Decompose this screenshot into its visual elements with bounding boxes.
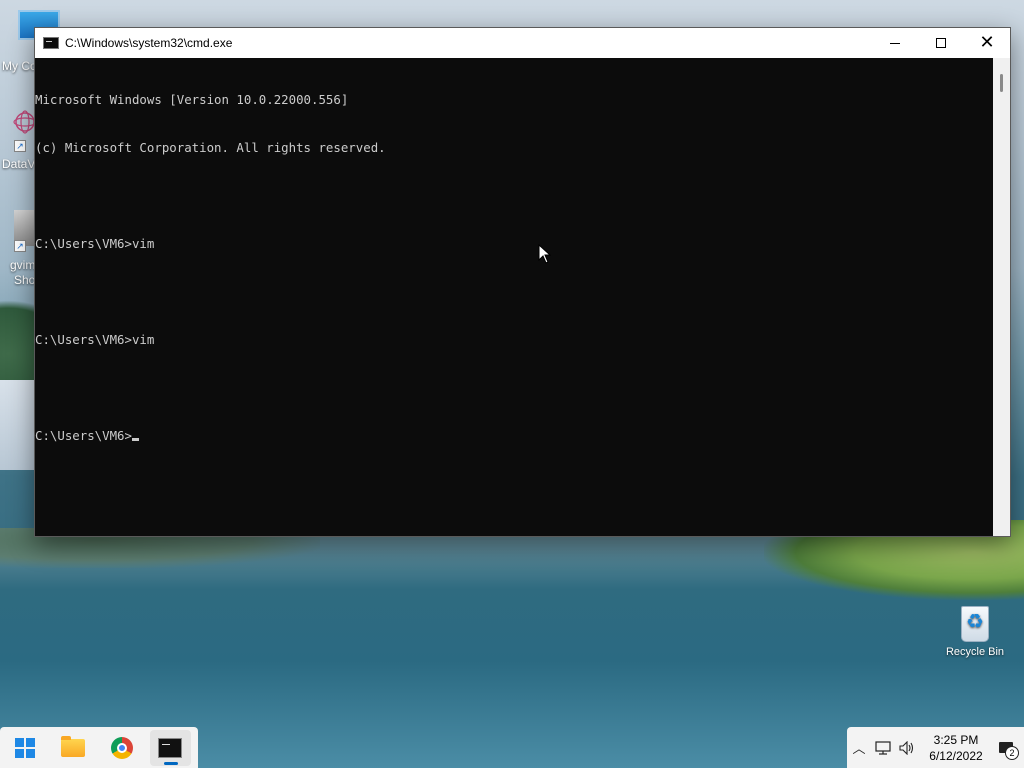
shortcut-arrow-icon: ↗	[14, 240, 26, 252]
console-line: C:\Users\VM6>vim	[35, 332, 155, 347]
console-prompt: C:\Users\VM6>	[35, 428, 132, 443]
desktop-icon-my-computer-label: My Co	[2, 59, 37, 73]
minimize-icon	[890, 42, 900, 44]
chrome-icon	[110, 736, 133, 759]
console-output[interactable]: Microsoft Windows [Version 10.0.22000.55…	[35, 58, 995, 536]
tray-overflow-button[interactable]: ︿	[847, 736, 871, 760]
volume-button[interactable]	[895, 736, 919, 760]
notification-count-badge: 2	[1005, 745, 1019, 760]
console-line: C:\Users\VM6>vim	[35, 236, 155, 251]
recycle-bin-icon: ♻	[957, 602, 993, 644]
maximize-icon	[936, 38, 946, 48]
chevron-up-icon: ︿	[852, 741, 866, 756]
maximize-button[interactable]	[918, 28, 964, 58]
windows-start-icon	[14, 737, 35, 758]
system-tray: ︿ 3:25 PM 6/12/2022 2	[847, 727, 1024, 768]
desktop-icon-gvim-label: gvim Sho	[10, 258, 35, 288]
close-button[interactable]: ✕	[964, 28, 1010, 58]
desktop-icon-gvim-label-line1: gvim	[10, 258, 36, 272]
desktop-icon-recycle-bin[interactable]: ♻ Recycle Bin	[940, 602, 1010, 658]
console-line: (c) Microsoft Corporation. All rights re…	[35, 140, 386, 155]
cmd-icon	[43, 37, 59, 49]
speaker-icon	[899, 740, 914, 755]
clock-time: 3:25 PM	[933, 732, 979, 747]
window-titlebar[interactable]: C:\Windows\system32\cmd.exe ✕	[35, 28, 1010, 58]
console-prompt-line[interactable]: C:\Users\VM6>	[35, 428, 995, 444]
folder-icon	[61, 735, 86, 757]
network-icon	[875, 740, 891, 755]
window-title: C:\Windows\system32\cmd.exe	[65, 36, 233, 50]
vertical-scrollbar[interactable]	[993, 58, 1010, 536]
minimize-button[interactable]	[872, 28, 918, 58]
clock-button[interactable]: 3:25 PM 6/12/2022	[919, 732, 993, 764]
console-line: Microsoft Windows [Version 10.0.22000.55…	[35, 92, 349, 107]
close-icon: ✕	[979, 32, 995, 53]
cmd-window[interactable]: C:\Windows\system32\cmd.exe ✕ Microsoft …	[34, 27, 1011, 537]
taskbar-command-prompt[interactable]	[149, 729, 191, 766]
start-button[interactable]	[4, 730, 46, 766]
desktop-icon-gvim[interactable]: ↗	[14, 210, 36, 252]
taskbar-chrome[interactable]	[101, 730, 143, 766]
window-controls: ✕	[872, 28, 1010, 58]
text-cursor	[131, 438, 139, 441]
taskbar-file-explorer[interactable]	[53, 730, 95, 766]
shortcut-arrow-icon: ↗	[14, 140, 26, 152]
desktop-icon-datav-label: DataV	[2, 157, 36, 171]
taskbar-apps	[0, 727, 198, 768]
network-button[interactable]	[871, 736, 895, 760]
cmd-icon	[158, 737, 183, 758]
clock-date: 6/12/2022	[929, 748, 983, 763]
desktop-icon-gvim-label-line2: Sho	[14, 273, 36, 287]
notification-button[interactable]: 2	[993, 736, 1019, 760]
recycle-bin-label: Recycle Bin	[945, 646, 1005, 658]
scrollbar-thumb[interactable]	[1000, 74, 1003, 92]
